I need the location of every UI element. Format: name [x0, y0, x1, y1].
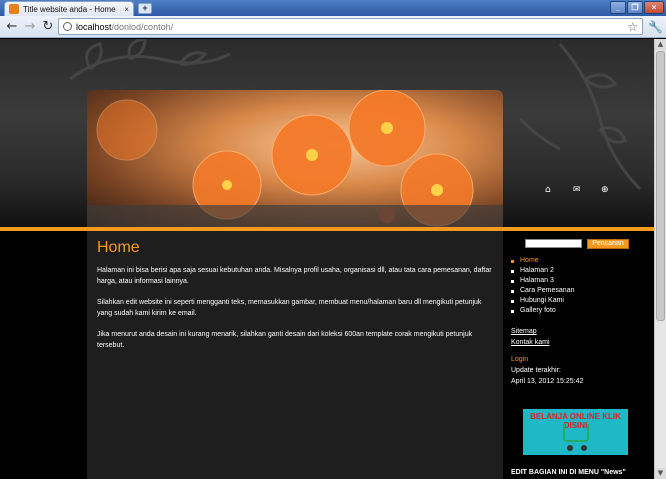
bullet-icon	[511, 269, 514, 273]
url-path: /donlod/contoh/	[111, 21, 174, 32]
sitemap-link[interactable]: Sitemap	[511, 326, 651, 337]
globe-icon	[63, 22, 72, 31]
browser-toolbar: ← → ↻ localhost /donlod/contoh/ ☆ 🔧	[0, 16, 666, 38]
main-content: Home Halaman ini bisa berisi apa saja se…	[87, 231, 503, 479]
banner-reflection	[87, 205, 503, 227]
mail-icon[interactable]: ✉	[573, 185, 581, 195]
bullet-icon	[511, 259, 514, 263]
new-tab-button[interactable]: +	[138, 3, 152, 14]
back-arrow-icon[interactable]: ←	[4, 19, 20, 35]
cart-wheel	[567, 445, 573, 451]
forward-arrow-icon[interactable]: →	[22, 19, 38, 35]
page-viewport: ⌂ ✉ ⊕ Home Halaman ini bisa berisi apa s…	[0, 39, 654, 479]
sidebar-menu: Home Halaman 2 Halaman 3 Cara Pemesanan …	[511, 256, 651, 316]
maximize-button[interactable]: ❐	[627, 1, 643, 14]
search-input[interactable]	[525, 239, 582, 248]
login-link[interactable]: Login	[511, 354, 651, 365]
home-icon[interactable]: ⌂	[545, 185, 551, 195]
bullet-icon	[511, 299, 514, 303]
bullet-icon	[511, 289, 514, 293]
content-paragraph: Silahkan edit website ini seperti mengga…	[97, 299, 482, 317]
shop-online-banner[interactable]: BELANJA ONLINE KLIK DISINI	[523, 409, 628, 455]
menu-item-halaman-2[interactable]: Halaman 2	[511, 266, 651, 276]
bullet-icon	[511, 309, 514, 313]
address-bar[interactable]: localhost /donlod/contoh/ ☆	[58, 18, 643, 35]
scroll-thumb[interactable]	[656, 51, 665, 321]
content-paragraph: Jika menurut anda desain ini kurang mena…	[97, 331, 473, 349]
shopping-cart-icon	[563, 424, 589, 442]
edit-note: EDIT BAGIAN INI DI MENU "News" SETELAH L…	[511, 469, 626, 476]
sidebar: Pencarian Home Halaman 2 Halaman 3 Cara …	[511, 239, 651, 479]
favicon-icon	[9, 4, 19, 14]
header-background: ⌂ ✉ ⊕	[0, 39, 654, 227]
bullet-icon	[511, 279, 514, 283]
bookmark-star-icon[interactable]: ☆	[627, 19, 638, 35]
scroll-up-arrow-icon[interactable]: ▲	[655, 39, 666, 50]
menu-item-cara-pemesanan[interactable]: Cara Pemesanan	[511, 286, 651, 296]
menu-item-halaman-3[interactable]: Halaman 3	[511, 276, 651, 286]
page-title: Home	[97, 239, 140, 256]
tab-home[interactable]: Title website anda - Home ×	[4, 1, 134, 16]
wrench-icon[interactable]: 🔧	[648, 19, 663, 35]
close-window-button[interactable]: ×	[644, 1, 664, 14]
search-button[interactable]: Pencarian	[587, 239, 629, 249]
update-timestamp: April 13, 2012 15:25:42	[511, 378, 584, 385]
flower-banner-image	[87, 90, 503, 227]
update-label: Update terakhir:	[511, 367, 561, 374]
menu-item-hubungi-kami[interactable]: Hubungi Kami	[511, 296, 651, 306]
tab-close-icon[interactable]: ×	[124, 5, 129, 14]
tab-title: Title website anda - Home	[23, 4, 116, 14]
sitemap-icon[interactable]: ⊕	[601, 185, 609, 195]
url-host: localhost	[76, 21, 112, 32]
vertical-scrollbar[interactable]: ▲ ▼	[654, 39, 666, 479]
menu-item-home[interactable]: Home	[511, 256, 651, 266]
reload-icon[interactable]: ↻	[40, 19, 56, 35]
cart-wheel	[581, 445, 587, 451]
menu-item-gallery-foto[interactable]: Gallery foto	[511, 306, 651, 316]
scroll-down-arrow-icon[interactable]: ▼	[655, 468, 666, 479]
window-controls: _ ❐ ×	[610, 1, 664, 14]
content-paragraph: Halaman ini bisa berisi apa saja sesuai …	[97, 267, 492, 285]
minimize-button[interactable]: _	[610, 1, 626, 14]
search-form: Pencarian	[525, 239, 651, 249]
window-titlebar: Title website anda - Home × + _ ❐ ×	[0, 0, 666, 16]
kontak-link[interactable]: Kontak kami	[511, 337, 651, 348]
